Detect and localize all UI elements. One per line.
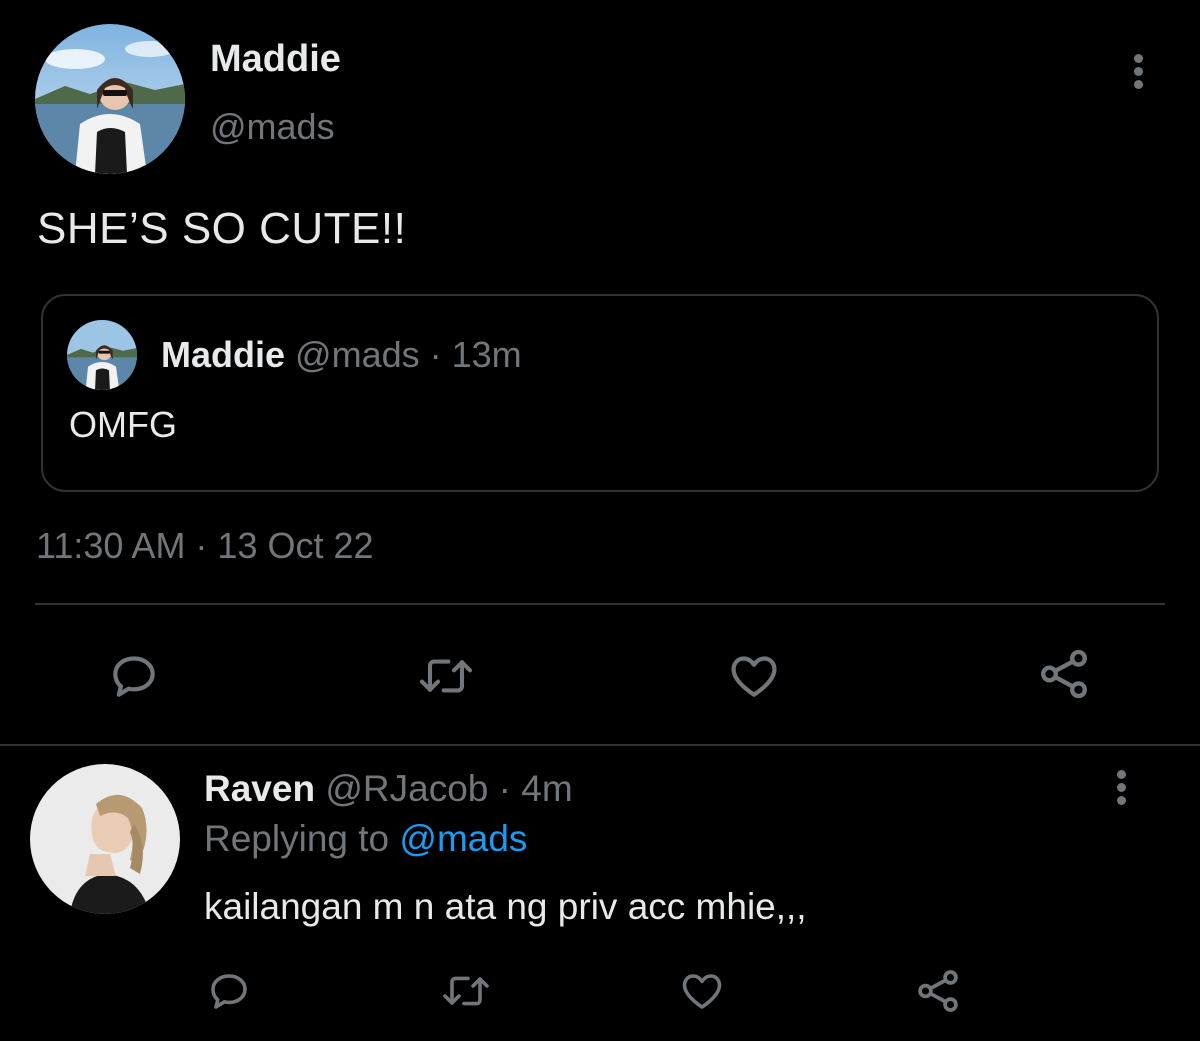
author-handle[interactable]: @mads [210,106,335,148]
reply-header: Raven @RJacob · 4m [204,768,573,810]
author-avatar[interactable] [35,24,185,174]
reply-separator: · [498,768,511,809]
more-vertical-icon[interactable] [1132,54,1144,94]
heart-icon[interactable] [724,648,784,704]
quoted-tweet-header: Maddie @mads · 13m [161,334,522,376]
divider [35,603,1165,605]
reply-author-handle[interactable]: @RJacob [325,768,488,809]
reply-text: kailangan m n ata ng priv acc mhie,,, [204,886,807,927]
replying-to-label: Replying to [204,818,390,859]
tweet-detail-page: Maddie @mads SHE’S SO CUTE!! Maddie @mad… [0,0,1200,1041]
share-icon[interactable] [1034,646,1094,702]
quoted-tweet[interactable]: Maddie @mads · 13m OMFG [41,294,1159,492]
tweet-timestamp[interactable]: 11:30 AM · 13 Oct 22 [36,525,374,567]
comment-icon[interactable] [204,966,254,1016]
replying-to-line: Replying to @mads [204,818,527,860]
comment-icon[interactable] [104,648,164,704]
tweet-text: SHE’S SO CUTE!! [37,204,407,253]
divider [0,744,1200,746]
more-vertical-icon[interactable] [1115,770,1127,810]
quoted-time[interactable]: 13m [452,334,522,375]
quoted-author-avatar[interactable] [67,320,137,390]
reply-author-avatar[interactable] [30,764,180,914]
retweet-icon[interactable] [436,966,496,1016]
heart-icon[interactable] [677,966,727,1016]
quoted-author-name[interactable]: Maddie [161,334,285,375]
quoted-separator: · [429,334,442,375]
replying-to-mention[interactable]: @mads [399,818,527,859]
author-name[interactable]: Maddie [210,38,341,81]
reply-author-name[interactable]: Raven [204,768,315,809]
share-icon[interactable] [913,966,963,1016]
reply-time[interactable]: 4m [521,768,572,809]
retweet-icon[interactable] [412,648,480,704]
quoted-author-handle[interactable]: @mads [295,334,420,375]
quoted-tweet-text: OMFG [69,404,177,445]
